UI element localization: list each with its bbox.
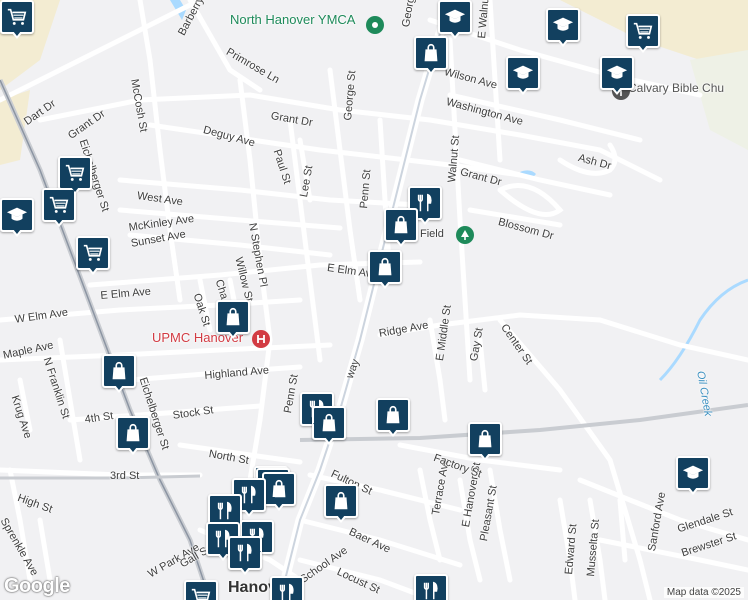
poi-label[interactable]: Field [420,228,444,240]
shopping-marker[interactable] [324,484,358,523]
education-marker[interactable] [438,0,472,39]
poi-label[interactable]: North Hanover YMCA [230,13,355,26]
grocery-marker[interactable] [184,580,218,600]
graduation-cap-icon [444,9,466,23]
tree-icon[interactable] [456,226,474,244]
shopping-cart-icon [633,22,653,39]
fork-knife-icon [217,501,232,520]
map-attribution[interactable]: Map data ©2025 [663,587,744,598]
graduation-cap-icon [606,65,628,79]
education-marker[interactable] [600,56,634,95]
graduation-cap-icon [682,465,704,479]
graduation-cap-icon [512,65,534,79]
shopping-cart-icon [65,164,85,181]
shopping-bag-icon [334,491,348,510]
shopping-bag-icon [378,257,392,276]
shopping-marker[interactable] [102,354,136,393]
shopping-bag-icon [126,423,140,442]
shopping-marker[interactable] [414,36,448,75]
shopping-bag-icon [322,413,336,432]
graduation-cap-icon [6,207,28,221]
shopping-bag-icon [394,215,408,234]
shopping-cart-icon [191,588,211,600]
restaurant-marker[interactable] [270,576,304,600]
shopping-marker[interactable] [368,250,402,289]
grocery-marker[interactable] [0,0,34,39]
shopping-bag-icon [226,307,240,326]
education-marker[interactable] [546,8,580,47]
ymca-icon[interactable] [366,16,384,34]
graduation-cap-icon [552,17,574,31]
shopping-cart-icon [83,244,103,261]
shopping-bag-icon [424,43,438,62]
fork-knife-icon [423,581,438,600]
shopping-bag-icon [112,361,126,380]
shopping-marker[interactable] [116,416,150,455]
grocery-marker[interactable] [626,14,660,53]
grocery-marker[interactable] [76,236,110,275]
education-marker[interactable] [0,198,34,237]
poi-label[interactable]: Calvary Bible Chu [628,82,724,94]
shopping-marker[interactable] [384,208,418,247]
shopping-bag-icon [386,405,400,424]
shopping-cart-icon [49,196,69,213]
education-marker[interactable] [676,456,710,495]
shopping-cart-icon [7,8,27,25]
map-canvas[interactable]: Barberry Dr Primrose Ln McCosh St Dart Dr Gr… [0,0,748,600]
street-label: 3rd St [110,470,140,482]
shopping-marker[interactable] [376,398,410,437]
shopping-marker[interactable] [216,300,250,339]
grocery-marker[interactable] [58,156,92,195]
education-marker[interactable] [506,56,540,95]
restaurant-marker[interactable] [414,574,448,600]
hospital-icon[interactable] [252,330,270,348]
grocery-marker[interactable] [42,188,76,227]
google-logo: Google [4,575,70,597]
shopping-marker[interactable] [468,422,502,461]
shopping-bag-icon [478,429,492,448]
fork-knife-icon [279,583,294,600]
